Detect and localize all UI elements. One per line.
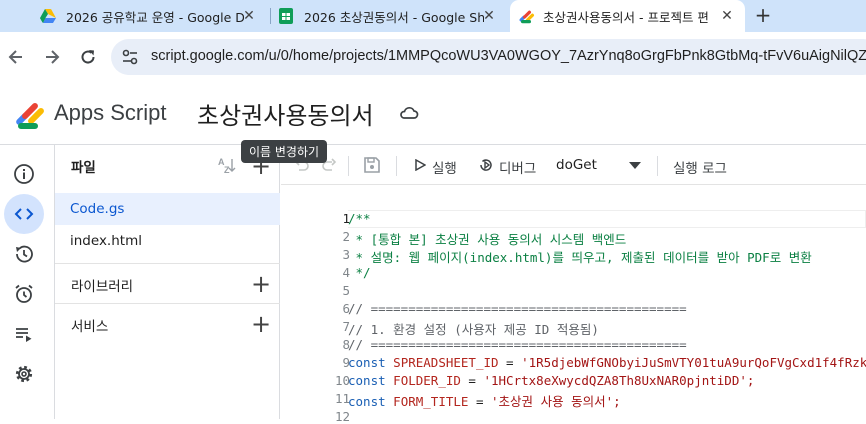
tab-title: 2026 초상권동의서 - Google She — [304, 9, 484, 25]
line-number: 5 — [342, 283, 350, 298]
code-line: /** — [348, 211, 371, 226]
executions-list-icon — [16, 328, 32, 342]
code-identifier: FORM_TITLE — [393, 394, 469, 409]
add-library-button[interactable]: + — [251, 272, 271, 296]
code-icon — [14, 208, 34, 220]
cloud-saved-icon — [400, 106, 419, 119]
code-keyword: const — [348, 355, 386, 370]
close-tab-icon[interactable]: ✕ — [718, 8, 736, 24]
function-select[interactable]: doGet — [556, 157, 597, 173]
code-line: // =====================================… — [348, 337, 687, 352]
tab-title: 2026 공유학교 운영 - Google Dri — [66, 9, 244, 25]
close-tab-icon[interactable]: ✕ — [240, 8, 258, 24]
line-number: 9 — [342, 355, 350, 370]
alarm-clock-icon — [15, 284, 33, 303]
file-name: Code.gs — [70, 201, 125, 217]
code-identifier: FOLDER_ID — [393, 373, 461, 388]
file-item-code-gs[interactable]: Code.gs — [55, 193, 280, 225]
debug-button[interactable]: 디버그 — [499, 157, 536, 177]
code-keyword: const — [348, 373, 386, 388]
code-line: */ — [348, 265, 371, 280]
add-service-button[interactable]: + — [251, 312, 271, 336]
apps-script-logo-icon — [16, 103, 44, 129]
tab-title: 초상권사용동의서 - 프로젝트 편 — [543, 9, 709, 25]
code-string: '1HCrtx8eXwycdQZA8Th8UxNAR0pjntiDD'; — [483, 373, 755, 388]
rail-triggers[interactable] — [4, 274, 44, 314]
browser-tab-drive[interactable]: 2026 공유학교 운영 - Google Dri ✕ — [30, 0, 270, 32]
libraries-label: 라이브러리 — [71, 279, 134, 295]
current-line-highlight — [348, 210, 866, 228]
code-keyword: const — [348, 394, 386, 409]
run-button[interactable]: 실행 — [432, 157, 457, 177]
save-icon[interactable] — [363, 156, 381, 174]
code-line: // =====================================… — [348, 301, 687, 316]
rail-overview[interactable] — [4, 154, 44, 194]
history-icon — [16, 245, 33, 263]
gear-icon — [15, 365, 33, 383]
toolbar-divider — [348, 156, 349, 176]
code-string: '초상권 사용 동의서'; — [491, 394, 621, 409]
google-drive-icon — [40, 9, 56, 23]
sort-az-icon[interactable]: A Z — [218, 156, 240, 174]
rail-executions[interactable] — [4, 314, 44, 354]
line-number: 11 — [334, 391, 350, 406]
browser-tab-sheets[interactable]: 2026 초상권동의서 - Google She ✕ — [270, 0, 510, 32]
execution-log-button[interactable]: 실행 로그 — [673, 157, 727, 177]
line-number: 6 — [342, 301, 350, 316]
forward-icon[interactable] — [43, 48, 61, 66]
line-number: 10 — [334, 373, 350, 388]
apps-script-icon — [519, 10, 535, 24]
code-line: // 1. 환경 설정 (사용자 제공 ID 적용됨) — [348, 322, 599, 337]
chevron-down-icon[interactable] — [629, 162, 641, 169]
file-name: index.html — [70, 233, 142, 249]
line-number: 2 — [342, 229, 350, 244]
code-operator: = — [460, 373, 484, 388]
url-text[interactable]: script.google.com/u/0/home/projects/1MMP… — [151, 48, 866, 64]
code-string: '1R5djebWfGNObyiJuSmVTY01tuA9urQoFVgCxd1… — [521, 355, 866, 370]
code-line: const FOLDER_ID = '1HCrtx8eXwycdQZA8Th8U… — [348, 373, 754, 388]
toolbar-divider — [657, 156, 658, 176]
run-icon — [415, 159, 426, 171]
toolbar-divider — [396, 156, 397, 176]
line-number: 3 — [342, 247, 350, 262]
site-settings-icon[interactable] — [121, 48, 139, 66]
code-line: const FORM_TITLE = '초상권 사용 동의서'; — [348, 391, 621, 410]
close-tab-icon[interactable]: ✕ — [480, 8, 498, 24]
info-icon — [14, 164, 34, 184]
app-brand[interactable]: Apps Script — [54, 100, 167, 126]
files-header: 파일 — [71, 160, 96, 176]
rail-settings[interactable] — [4, 354, 44, 394]
file-item-index-html[interactable]: index.html — [55, 225, 280, 257]
new-tab-button[interactable]: + — [752, 3, 774, 27]
line-number: 7 — [342, 319, 350, 334]
code-line: * 설명: 웹 페이지(index.html)를 띄우고, 제출된 데이터를 받… — [348, 250, 812, 265]
line-number: 8 — [342, 337, 350, 352]
line-number: 1 — [342, 211, 350, 226]
svg-text:Z: Z — [224, 165, 230, 174]
reload-icon[interactable] — [79, 48, 97, 66]
line-number: 4 — [342, 265, 350, 280]
rename-tooltip: 이름 변경하기 — [241, 140, 328, 163]
rail-editor[interactable] — [4, 194, 44, 234]
code-line: const SPREADSHEET_ID = '1R5djebWfGNObyiJ… — [348, 355, 866, 370]
debug-icon — [480, 159, 492, 171]
back-icon[interactable] — [7, 48, 25, 66]
code-identifier: SPREADSHEET_ID — [393, 355, 499, 370]
rail-history[interactable] — [4, 234, 44, 274]
services-label: 서비스 — [71, 319, 109, 335]
project-title[interactable]: 초상권사용동의서 — [197, 96, 374, 131]
google-sheets-icon — [279, 8, 293, 24]
line-number: 12 — [334, 409, 350, 424]
code-operator: = — [468, 394, 492, 409]
browser-tab-apps-script[interactable]: 초상권사용동의서 - 프로젝트 편 ✕ — [510, 0, 745, 32]
code-line: * [통합 본] 초상권 사용 동의서 시스템 백엔드 — [348, 232, 627, 247]
code-operator: = — [498, 355, 522, 370]
